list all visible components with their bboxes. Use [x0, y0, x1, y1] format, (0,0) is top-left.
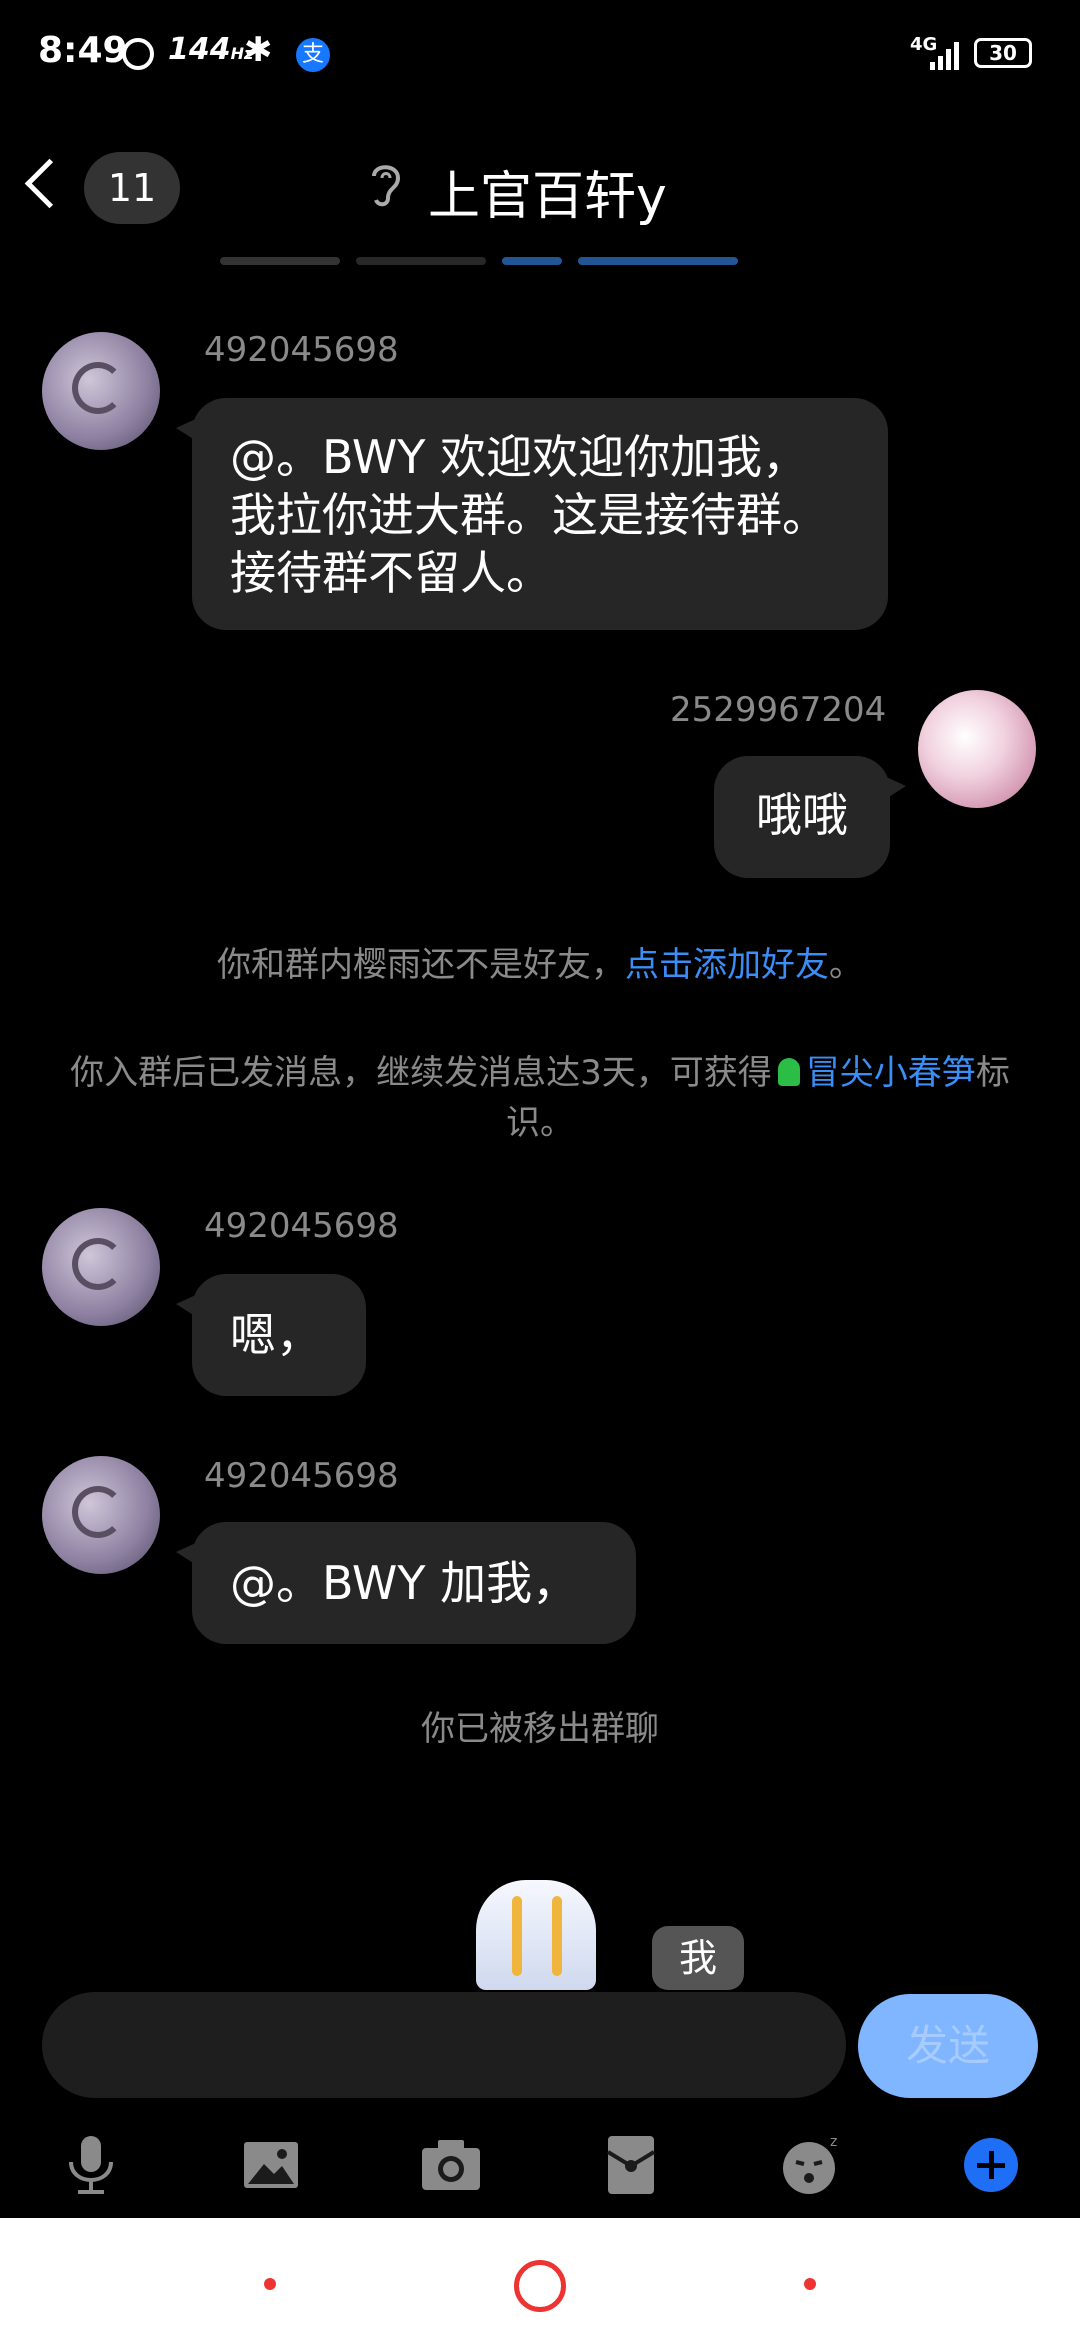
badge-notice-text: 你入群后已发消息，继续发消息达3天，可获得: [70, 1053, 772, 1093]
badge-link[interactable]: 冒尖小春笋: [806, 1053, 976, 1093]
message-bubble[interactable]: @。BWY 欢迎欢迎你加我，我拉你进大群。这是接待群。接待群不留人。: [176, 398, 888, 630]
sender-name: 492045698: [204, 1456, 399, 1496]
message-text: @。BWY 加我，: [230, 1556, 579, 1610]
sender-name: 492045698: [204, 1206, 399, 1246]
message-input[interactable]: [42, 1992, 846, 2098]
recent-apps-button[interactable]: [264, 2278, 276, 2290]
my-avatar[interactable]: [918, 690, 1036, 808]
send-button[interactable]: 发送: [858, 1994, 1038, 2098]
status-time: 8:49: [38, 30, 128, 71]
refresh-rate: 144Hz: [168, 32, 253, 67]
mascot-sticker[interactable]: [460, 1860, 610, 1990]
system-navigation-bar: [0, 2218, 1080, 2340]
removed-notice: 你已被移出群聊: [421, 1709, 659, 1749]
svg-text:z: z: [830, 2134, 837, 2150]
battery-icon: 30: [974, 38, 1032, 68]
chat-header: 11 上官百轩y: [0, 110, 1080, 260]
emoji-icon[interactable]: z: [776, 2130, 846, 2200]
input-toolbar: z: [0, 2116, 1080, 2212]
add-friend-link[interactable]: 点击添加好友: [625, 945, 829, 985]
friend-notice-text: 你和群内樱雨还不是好友，: [217, 945, 625, 985]
plus-icon[interactable]: [956, 2130, 1026, 2200]
message-bubble[interactable]: @。BWY 加我，: [176, 1522, 636, 1644]
ear-icon[interactable]: [366, 158, 406, 222]
chat-title: 上官百轩y: [428, 167, 667, 227]
badge-notice: 你入群后已发消息，继续发消息达3天，可获得 冒尖小春笋标识。: [60, 1048, 1020, 1148]
mascot-body: [476, 1880, 596, 1990]
refresh-rate-value: 144: [168, 32, 231, 67]
signal-icon: [930, 40, 962, 70]
message-bubble[interactable]: 嗯，: [176, 1274, 366, 1396]
alarm-icon: [122, 38, 154, 70]
message-text: 嗯，: [230, 1308, 322, 1362]
status-bar: 8:49 144Hz ✱ 支 4G 30: [0, 0, 1080, 110]
unread-count-badge[interactable]: 11: [84, 152, 180, 224]
friend-notice-suffix: 。: [829, 945, 863, 985]
mascot-stripe: [552, 1896, 562, 1976]
friend-notice: 你和群内樱雨还不是好友，点击添加好友。: [60, 940, 1020, 990]
red-packet-icon[interactable]: [596, 2130, 666, 2200]
message-text: 哦哦: [756, 788, 848, 842]
back-nav-button[interactable]: [804, 2278, 816, 2290]
microphone-icon[interactable]: [56, 2130, 126, 2200]
sender-name: 2529967204: [670, 690, 887, 730]
bluetooth-icon: ✱: [244, 30, 273, 70]
sender-avatar[interactable]: [42, 332, 160, 450]
camera-icon[interactable]: [416, 2130, 486, 2200]
back-button[interactable]: [18, 150, 74, 220]
alipay-icon: 支: [296, 38, 330, 72]
sprout-icon: [777, 1058, 800, 1086]
sender-name: 492045698: [204, 330, 399, 370]
message-text: @。BWY 欢迎欢迎你加我，我拉你进大群。这是接待群。接待群不留人。: [230, 430, 828, 600]
image-icon[interactable]: [236, 2130, 306, 2200]
message-bubble[interactable]: 哦哦: [714, 756, 906, 878]
sender-avatar[interactable]: [42, 1456, 160, 1574]
scrolled-content-peek: [220, 250, 820, 266]
sticker-hint-bubble[interactable]: 我: [652, 1926, 744, 1990]
sender-avatar[interactable]: [42, 1208, 160, 1326]
mascot-stripe: [512, 1896, 522, 1976]
home-button[interactable]: [514, 2260, 566, 2312]
